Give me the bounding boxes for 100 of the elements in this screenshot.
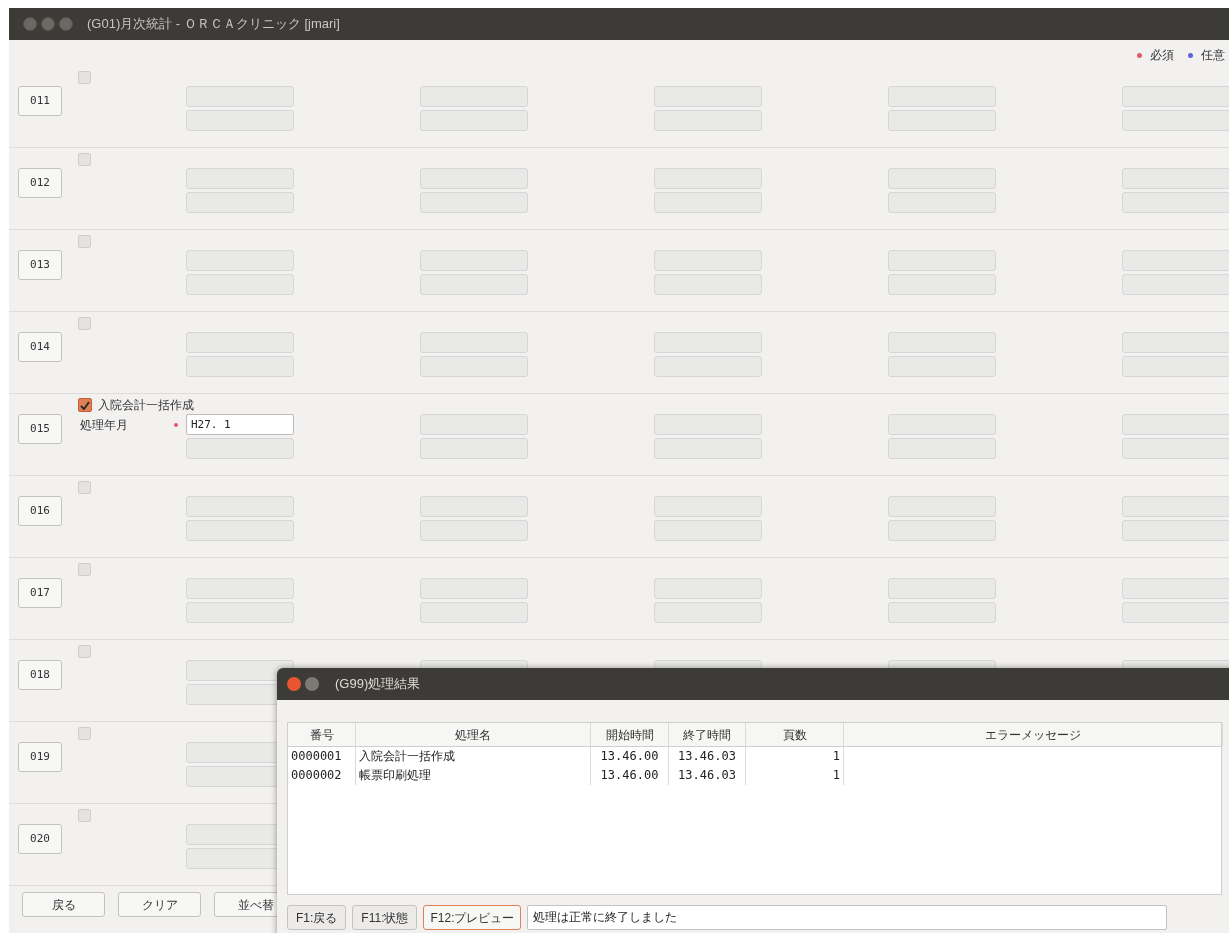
- input-field[interactable]: [186, 274, 294, 295]
- input-field[interactable]: [186, 110, 294, 131]
- checkbox-label: 入院会計一括作成: [98, 397, 194, 414]
- input-field[interactable]: [888, 168, 996, 189]
- input-field[interactable]: [186, 438, 294, 459]
- input-field[interactable]: [654, 356, 762, 377]
- row-number-button[interactable]: 020: [18, 824, 62, 854]
- input-field[interactable]: [420, 438, 528, 459]
- input-field[interactable]: [1122, 192, 1229, 213]
- input-field[interactable]: [420, 520, 528, 541]
- function-key-button[interactable]: F11:状態: [352, 905, 418, 930]
- row-number-button[interactable]: 011: [18, 86, 62, 116]
- input-field[interactable]: [654, 496, 762, 517]
- input-field[interactable]: [420, 86, 528, 107]
- input-field[interactable]: [186, 660, 294, 681]
- input-field[interactable]: [186, 496, 294, 517]
- window-control-icon[interactable]: [41, 17, 55, 31]
- input-field[interactable]: [888, 578, 996, 599]
- input-field[interactable]: [1122, 578, 1229, 599]
- input-field[interactable]: [1122, 274, 1229, 295]
- column-header[interactable]: 処理名: [356, 723, 591, 746]
- input-field[interactable]: [420, 192, 528, 213]
- input-field[interactable]: [420, 414, 528, 435]
- input-field[interactable]: [420, 578, 528, 599]
- input-field[interactable]: [420, 110, 528, 131]
- input-field[interactable]: [654, 578, 762, 599]
- input-field[interactable]: [420, 602, 528, 623]
- input-field[interactable]: [654, 602, 762, 623]
- input-field[interactable]: [1122, 250, 1229, 271]
- input-field[interactable]: [654, 86, 762, 107]
- row-number-button[interactable]: 018: [18, 660, 62, 690]
- input-field[interactable]: [654, 168, 762, 189]
- input-field[interactable]: [420, 250, 528, 271]
- column-header[interactable]: 開始時間: [591, 723, 669, 746]
- input-field[interactable]: [1122, 496, 1229, 517]
- row-number-button[interactable]: 014: [18, 332, 62, 362]
- input-field[interactable]: [186, 192, 294, 213]
- checkbox[interactable]: [78, 398, 92, 412]
- input-field[interactable]: [888, 496, 996, 517]
- row-number-button[interactable]: 016: [18, 496, 62, 526]
- input-field[interactable]: [888, 520, 996, 541]
- row-number-button[interactable]: 019: [18, 742, 62, 772]
- input-field[interactable]: [654, 274, 762, 295]
- date-field[interactable]: H27. 1: [186, 414, 294, 435]
- input-field[interactable]: [420, 168, 528, 189]
- input-field[interactable]: [654, 414, 762, 435]
- window-title: (G01)月次統計 - ＯＲＣＡクリニック [jmari]: [87, 15, 340, 34]
- input-field[interactable]: [888, 438, 996, 459]
- input-field[interactable]: [420, 356, 528, 377]
- input-field[interactable]: [1122, 356, 1229, 377]
- input-field[interactable]: [1122, 110, 1229, 131]
- input-field[interactable]: [186, 168, 294, 189]
- input-field[interactable]: [186, 356, 294, 377]
- input-field[interactable]: [888, 356, 996, 377]
- input-field[interactable]: [186, 578, 294, 599]
- input-field[interactable]: [1122, 520, 1229, 541]
- window-control-icon[interactable]: [23, 17, 37, 31]
- function-key-button[interactable]: F12:プレビュー: [423, 905, 522, 930]
- input-field[interactable]: [1122, 414, 1229, 435]
- input-field[interactable]: [420, 496, 528, 517]
- close-icon[interactable]: [287, 677, 301, 691]
- input-field[interactable]: [654, 192, 762, 213]
- input-field[interactable]: [654, 520, 762, 541]
- input-field[interactable]: [654, 110, 762, 131]
- row-number-button[interactable]: 012: [18, 168, 62, 198]
- input-field[interactable]: [888, 332, 996, 353]
- input-field[interactable]: [888, 86, 996, 107]
- column-header[interactable]: 番号: [288, 723, 356, 746]
- window-control-icon[interactable]: [59, 17, 73, 31]
- input-field[interactable]: [1122, 332, 1229, 353]
- input-field[interactable]: [420, 332, 528, 353]
- input-field[interactable]: [186, 250, 294, 271]
- input-field[interactable]: [1122, 86, 1229, 107]
- input-field[interactable]: [888, 274, 996, 295]
- input-field[interactable]: [888, 250, 996, 271]
- minimize-icon[interactable]: [305, 677, 319, 691]
- input-field[interactable]: [654, 332, 762, 353]
- row-number-button[interactable]: 015: [18, 414, 62, 444]
- function-key-button[interactable]: F1:戻る: [287, 905, 347, 930]
- input-field[interactable]: [654, 250, 762, 271]
- input-field[interactable]: [420, 274, 528, 295]
- footer-button[interactable]: クリア: [118, 892, 201, 917]
- input-field[interactable]: [1122, 438, 1229, 459]
- column-header[interactable]: エラーメッセージ: [844, 723, 1223, 746]
- footer-button[interactable]: 戻る: [22, 892, 105, 917]
- input-field[interactable]: [888, 602, 996, 623]
- input-field[interactable]: [186, 332, 294, 353]
- row-number-button[interactable]: 017: [18, 578, 62, 608]
- input-field[interactable]: [888, 110, 996, 131]
- input-field[interactable]: [186, 86, 294, 107]
- input-field[interactable]: [888, 192, 996, 213]
- column-header[interactable]: 終了時間: [669, 723, 746, 746]
- input-field[interactable]: [1122, 168, 1229, 189]
- input-field[interactable]: [654, 438, 762, 459]
- input-field[interactable]: [186, 602, 294, 623]
- column-header[interactable]: 頁数: [746, 723, 844, 746]
- row-number-button[interactable]: 013: [18, 250, 62, 280]
- input-field[interactable]: [1122, 602, 1229, 623]
- input-field[interactable]: [888, 414, 996, 435]
- input-field[interactable]: [186, 520, 294, 541]
